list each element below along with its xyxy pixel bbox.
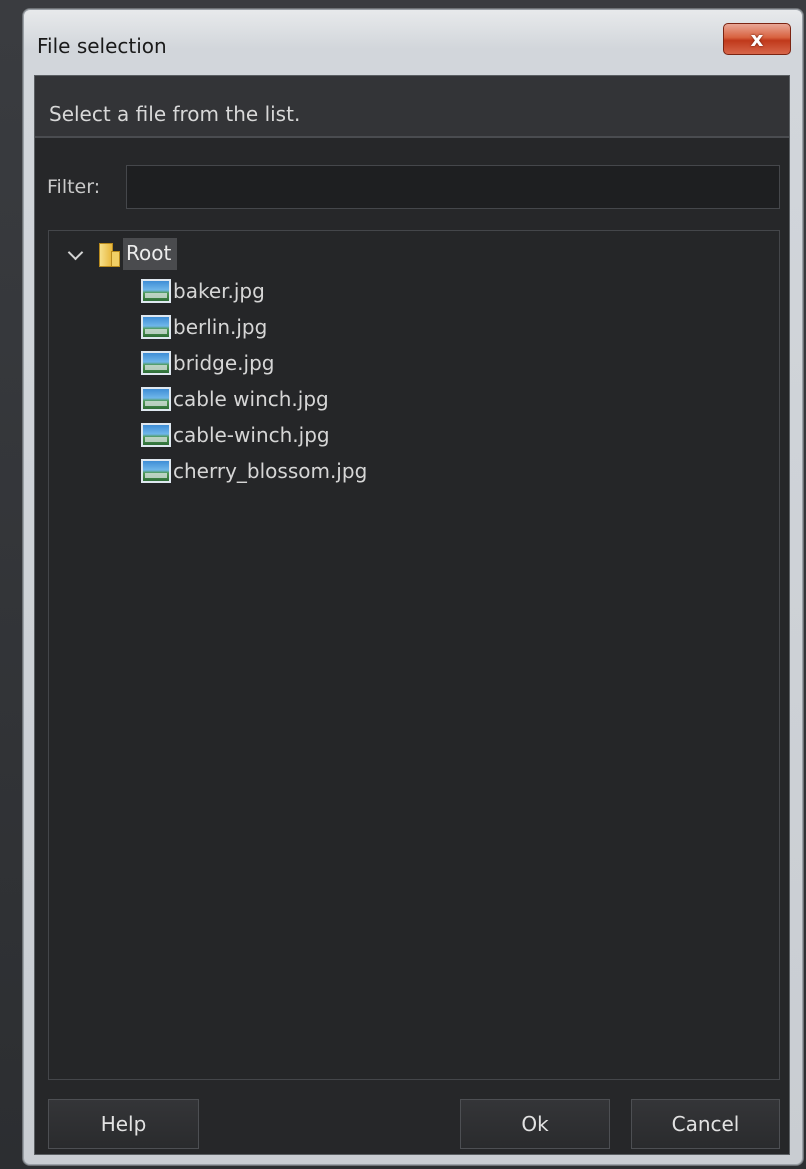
file-name[interactable]: bridge.jpg <box>173 351 274 375</box>
instruction-text: Select a file from the list. <box>49 102 301 126</box>
tree-root-label[interactable]: Root <box>123 238 178 270</box>
ok-button[interactable]: Ok <box>460 1099 610 1149</box>
image-file-icon <box>141 423 171 447</box>
filter-label: Filter: <box>47 176 101 198</box>
file-name[interactable]: cherry_blossom.jpg <box>173 459 367 483</box>
file-item[interactable]: cherry_blossom.jpg <box>141 453 367 489</box>
folder-icon <box>99 241 120 267</box>
chevron-down-icon[interactable] <box>67 245 85 263</box>
image-file-icon <box>141 387 171 411</box>
file-item[interactable]: bridge.jpg <box>141 345 367 381</box>
instruction-bar: Select a file from the list. <box>35 76 789 138</box>
file-name[interactable]: baker.jpg <box>173 279 265 303</box>
help-button[interactable]: Help <box>48 1099 199 1149</box>
file-item[interactable]: cable winch.jpg <box>141 381 367 417</box>
file-name[interactable]: berlin.jpg <box>173 315 267 339</box>
tree-root-node[interactable]: Root <box>67 237 178 271</box>
file-name[interactable]: cable-winch.jpg <box>173 423 330 447</box>
file-selection-dialog: File selection x Select a file from the … <box>22 8 804 1166</box>
close-button[interactable]: x <box>723 23 791 55</box>
image-file-icon <box>141 351 171 375</box>
cancel-button[interactable]: Cancel <box>631 1099 780 1149</box>
dialog-content: Select a file from the list. Filter: Roo… <box>34 75 790 1155</box>
file-tree[interactable]: Root baker.jpg berlin.jpg bridge.jpg cab… <box>48 230 780 1080</box>
title-bar[interactable]: File selection x <box>23 9 803 71</box>
file-name[interactable]: cable winch.jpg <box>173 387 329 411</box>
image-file-icon <box>141 315 171 339</box>
file-list: baker.jpg berlin.jpg bridge.jpg cable wi… <box>141 273 367 489</box>
image-file-icon <box>141 279 171 303</box>
image-file-icon <box>141 459 171 483</box>
file-item[interactable]: baker.jpg <box>141 273 367 309</box>
file-item[interactable]: cable-winch.jpg <box>141 417 367 453</box>
filter-input[interactable] <box>126 165 780 209</box>
file-item[interactable]: berlin.jpg <box>141 309 367 345</box>
dialog-title: File selection <box>37 34 167 58</box>
close-icon: x <box>750 27 764 51</box>
